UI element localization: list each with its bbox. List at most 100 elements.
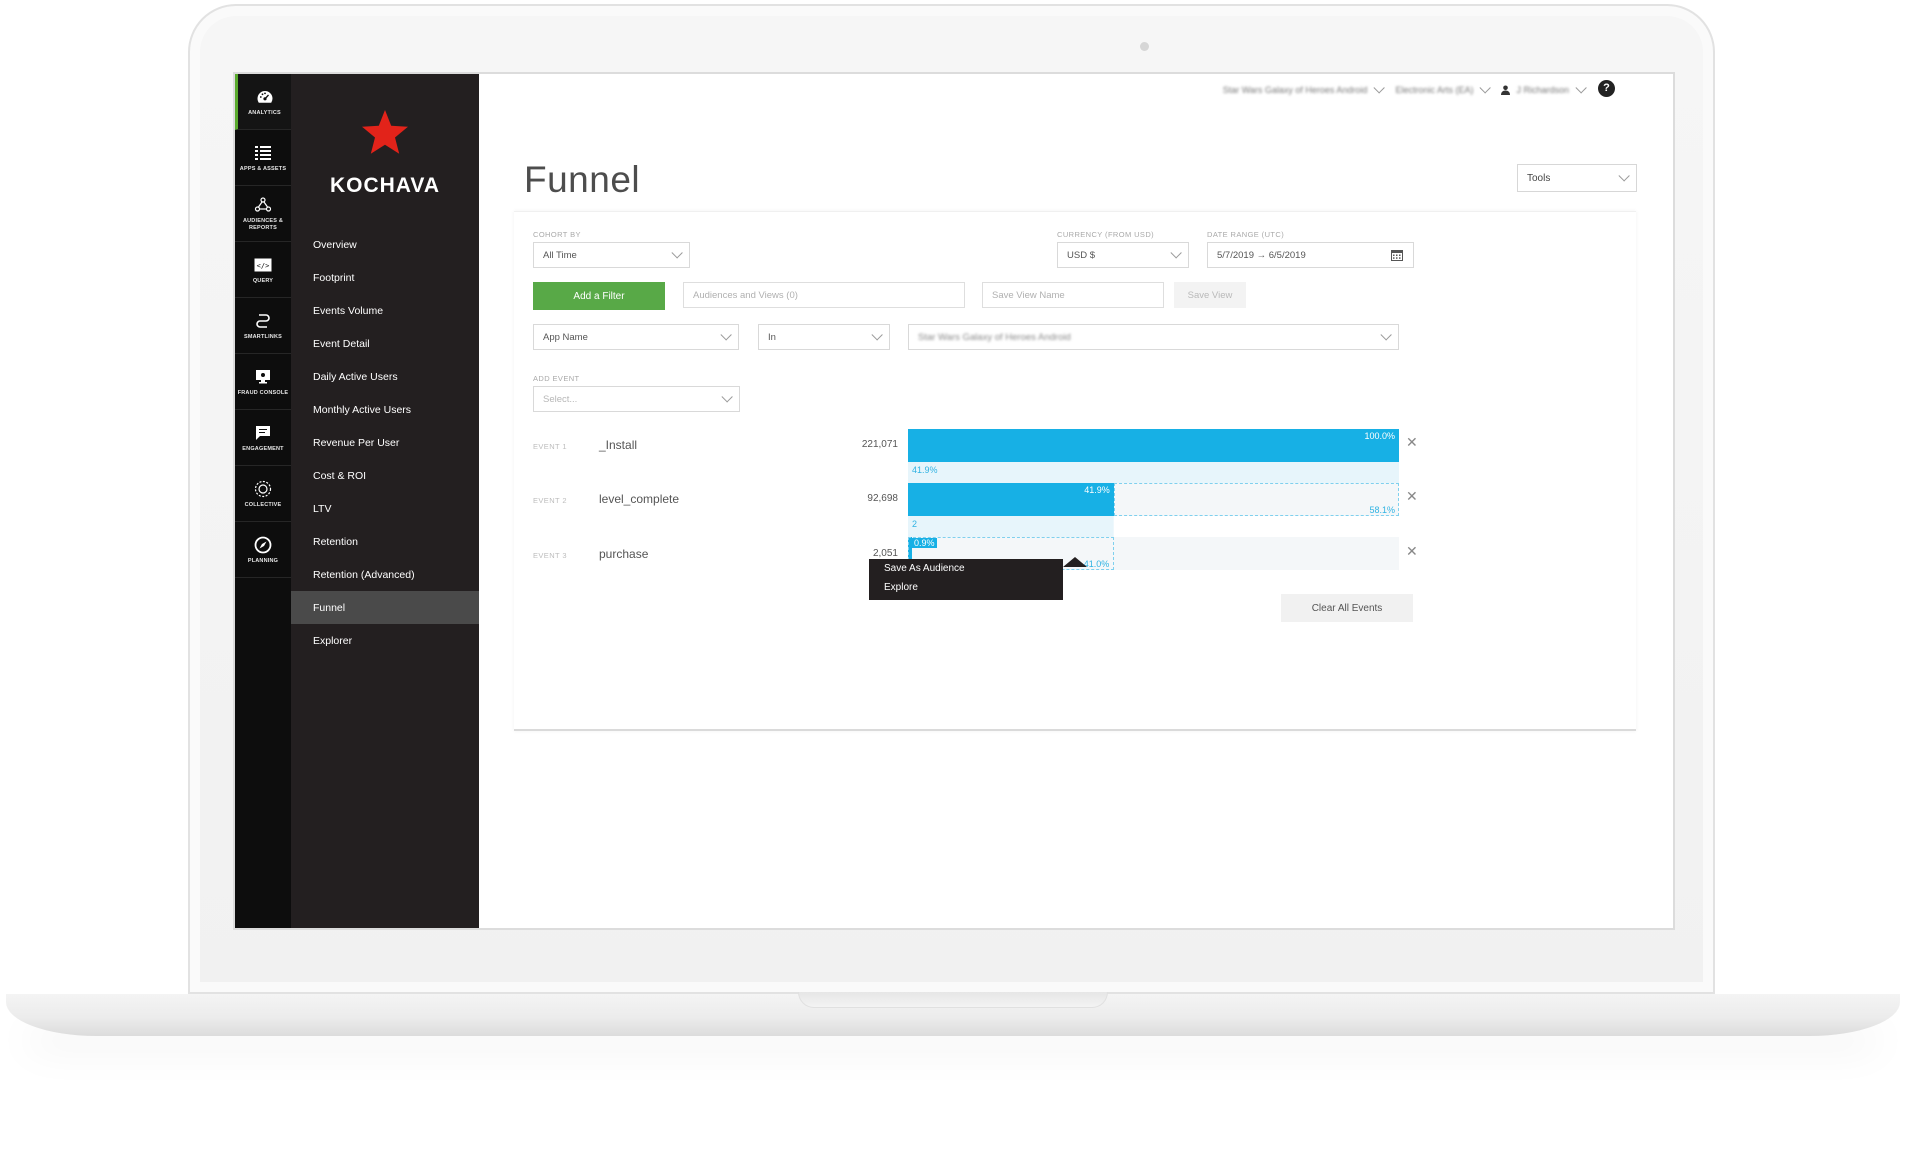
- nav-list: Overview Footprint Events Volume Event D…: [291, 228, 479, 657]
- add-event-placeholder: Select...: [543, 393, 578, 405]
- rail-item-smartlinks[interactable]: SMARTLINKS: [235, 298, 291, 354]
- event-bar-track[interactable]: 100.0%: [908, 429, 1399, 462]
- currency-value: USD $: [1067, 249, 1095, 261]
- main-content: Star Wars Galaxy of Heroes Android Elect…: [479, 74, 1673, 928]
- cohort-value: All Time: [543, 249, 577, 261]
- filter-operator-value: In: [768, 331, 776, 343]
- brand-logo[interactable]: KOCHAVA: [291, 74, 479, 224]
- event-name: purchase: [599, 547, 649, 561]
- rail-item-collective[interactable]: COLLECTIVE: [235, 466, 291, 522]
- nav-item-cost-roi[interactable]: Cost & ROI: [291, 459, 479, 492]
- rail-item-fraud-console[interactable]: FRAUD CONSOLE: [235, 354, 291, 410]
- svg-text:</>: </>: [257, 262, 270, 270]
- rail-label: AUDIENCES & REPORTS: [242, 218, 284, 231]
- rail-item-query[interactable]: </> QUERY: [235, 242, 291, 298]
- rail-item-audiences-reports[interactable]: AUDIENCES & REPORTS: [235, 186, 291, 242]
- rail-item-engagement[interactable]: ENGAGEMENT: [235, 410, 291, 466]
- collective-circle-icon: [252, 479, 274, 499]
- date-range-label: DATE RANGE (UTC): [1207, 230, 1285, 239]
- people-network-icon: [252, 195, 274, 215]
- save-view-button[interactable]: Save View: [1174, 282, 1246, 308]
- cohort-label: COHORT BY: [533, 230, 581, 239]
- nav-item-ltv[interactable]: LTV: [291, 492, 479, 525]
- rail-label: QUERY: [252, 277, 274, 284]
- app-selector-label: Star Wars Galaxy of Heroes Android: [1222, 85, 1368, 95]
- remove-event-button[interactable]: ✕: [1406, 434, 1418, 451]
- context-menu-notch: [1063, 557, 1087, 567]
- add-event-select[interactable]: Select...: [533, 386, 740, 412]
- nav-item-explorer[interactable]: Explorer: [291, 624, 479, 657]
- nav-item-funnel[interactable]: Funnel: [291, 591, 479, 624]
- audiences-views-input[interactable]: Audiences and Views (0): [683, 282, 965, 308]
- add-filter-button[interactable]: Add a Filter: [533, 282, 665, 310]
- event-bar-track[interactable]: 41.9% 58.1%: [908, 483, 1399, 516]
- star-logo-icon: [362, 110, 408, 154]
- dropoff-region: [1113, 483, 1399, 516]
- chevron-down-icon: [1380, 329, 1392, 341]
- date-range-picker[interactable]: 5/7/2019 → 6/5/2019: [1207, 242, 1414, 268]
- filter-operator-select[interactable]: In: [758, 324, 890, 350]
- app-screen: ANALYTICS APPS & ASSETS AUDIENCES & REPO…: [233, 72, 1675, 930]
- event-bar-fill: 41.9%: [908, 483, 1114, 516]
- event-context-menu: Save As Audience Explore: [869, 559, 1063, 600]
- event-bar-percent: 41.9%: [1084, 485, 1110, 495]
- chat-bubble-icon: [252, 423, 274, 443]
- brand-name: KOCHAVA: [329, 174, 441, 197]
- event-number: EVENT 3: [533, 551, 567, 560]
- event-name: _Install: [599, 438, 638, 452]
- chevron-down-icon: [671, 247, 683, 259]
- rail-item-planning[interactable]: PLANNING: [235, 522, 291, 578]
- nav-item-footprint[interactable]: Footprint: [291, 261, 479, 294]
- page-title: Funnel: [524, 159, 641, 200]
- user-icon: [1501, 85, 1511, 95]
- rail-item-apps-assets[interactable]: APPS & ASSETS: [235, 130, 291, 186]
- nav-item-retention[interactable]: Retention: [291, 525, 479, 558]
- save-view-name-input[interactable]: Save View Name: [982, 282, 1164, 308]
- camera-dot: [1140, 42, 1149, 51]
- app-filter-chip[interactable]: Star Wars Galaxy of Heroes Android: [918, 332, 1071, 343]
- filter-field-select[interactable]: App Name: [533, 324, 739, 350]
- cohort-select[interactable]: All Time: [533, 242, 690, 268]
- chevron-down-icon: [721, 391, 733, 403]
- chevron-down-icon: [1575, 82, 1587, 94]
- dashboard-gauge-icon: [254, 87, 276, 107]
- nav-item-events-volume[interactable]: Events Volume: [291, 294, 479, 327]
- menu-item-save-as-audience[interactable]: Save As Audience: [869, 559, 1063, 578]
- menu-item-explore[interactable]: Explore: [869, 578, 1063, 597]
- funnel-card: COHORT BY All Time CURRENCY (FROM USD) U…: [514, 211, 1636, 731]
- chevron-down-icon: [1170, 247, 1182, 259]
- nav-item-daily-active-users[interactable]: Daily Active Users: [291, 360, 479, 393]
- date-range-value: 5/7/2019 → 6/5/2019: [1217, 249, 1306, 261]
- chevron-down-icon: [1479, 82, 1492, 94]
- chevron-down-icon: [1618, 170, 1630, 182]
- nav-item-revenue-per-user[interactable]: Revenue Per User: [291, 426, 479, 459]
- event-number: EVENT 2: [533, 496, 567, 505]
- event-count: 2,051: [872, 548, 898, 559]
- rail-label: APPS & ASSETS: [239, 165, 287, 172]
- clear-all-events-button[interactable]: Clear All Events: [1281, 594, 1413, 622]
- remove-event-button[interactable]: ✕: [1406, 543, 1418, 560]
- user-menu[interactable]: J Richardson: [1501, 82, 1587, 95]
- tools-label: Tools: [1527, 172, 1551, 184]
- nav-item-retention-advanced[interactable]: Retention (Advanced): [291, 558, 479, 591]
- account-selector[interactable]: Electronic Arts (EA): [1395, 82, 1492, 95]
- monitor-icon: [252, 367, 274, 387]
- nav-item-event-detail[interactable]: Event Detail: [291, 327, 479, 360]
- add-event-label: ADD EVENT: [533, 374, 580, 383]
- rail-label: COLLECTIVE: [244, 501, 282, 508]
- filter-value-multiselect[interactable]: Star Wars Galaxy of Heroes Android: [908, 324, 1399, 350]
- funnel-connector-2: [908, 516, 1114, 537]
- help-button[interactable]: ?: [1598, 80, 1615, 97]
- tools-dropdown[interactable]: Tools: [1517, 164, 1637, 192]
- app-selector[interactable]: Star Wars Galaxy of Heroes Android: [1222, 82, 1386, 95]
- nav-item-monthly-active-users[interactable]: Monthly Active Users: [291, 393, 479, 426]
- top-bar: Star Wars Galaxy of Heroes Android Elect…: [1222, 80, 1587, 100]
- chevron-down-icon: [720, 329, 732, 341]
- section-nav: KOCHAVA Overview Footprint Events Volume…: [291, 74, 479, 928]
- rail-item-analytics[interactable]: ANALYTICS: [235, 74, 291, 130]
- currency-select[interactable]: USD $: [1057, 242, 1189, 268]
- remove-event-button[interactable]: ✕: [1406, 488, 1418, 505]
- user-name: J Richardson: [1516, 85, 1569, 95]
- nav-item-overview[interactable]: Overview: [291, 228, 479, 261]
- event-bar-percent: 100.0%: [1364, 431, 1395, 441]
